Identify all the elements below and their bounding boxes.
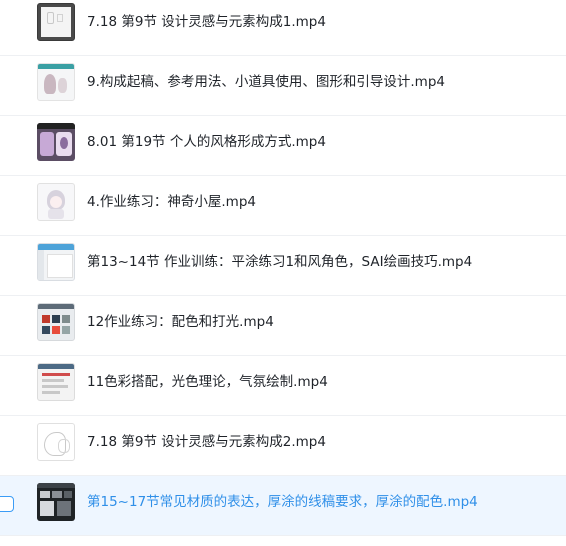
file-name: 8.01 第19节 个人的风格形成方式.mp4 — [87, 134, 326, 150]
file-list: 7.18 第9节 设计灵感与元素构成1.mp4 9.构成起稿、参考用法、小道具使… — [0, 0, 566, 546]
file-row-selected[interactable]: 第15~17节常见材质的表达，厚涂的线稿要求，厚涂的配色.mp4 — [0, 476, 566, 536]
file-row[interactable]: 7.18 第9节 设计灵感与元素构成2.mp4 — [0, 416, 566, 476]
file-name: 7.18 第9节 设计灵感与元素构成1.mp4 — [87, 14, 326, 30]
file-name: 第15~17节常见材质的表达，厚涂的线稿要求，厚涂的配色.mp4 — [87, 494, 478, 510]
video-thumbnail — [37, 423, 75, 461]
file-row[interactable]: 4.作业练习：神奇小屋.mp4 — [0, 176, 566, 236]
file-name: 12作业练习：配色和打光.mp4 — [87, 314, 274, 330]
video-thumbnail — [37, 483, 75, 521]
row-checkbox[interactable] — [0, 496, 14, 512]
file-row[interactable]: 7.18 第9节 设计灵感与元素构成1.mp4 — [0, 0, 566, 56]
file-name: 7.18 第9节 设计灵感与元素构成2.mp4 — [87, 434, 326, 450]
video-thumbnail — [37, 63, 75, 101]
video-thumbnail — [37, 243, 75, 281]
video-thumbnail — [37, 123, 75, 161]
file-row[interactable]: 8.01 第19节 个人的风格形成方式.mp4 — [0, 116, 566, 176]
file-row[interactable]: 12作业练习：配色和打光.mp4 — [0, 296, 566, 356]
file-name: 4.作业练习：神奇小屋.mp4 — [87, 194, 256, 210]
file-row[interactable]: 9.构成起稿、参考用法、小道具使用、图形和引导设计.mp4 — [0, 56, 566, 116]
file-name: 9.构成起稿、参考用法、小道具使用、图形和引导设计.mp4 — [87, 74, 445, 90]
file-name: 第13~14节 作业训练：平涂练习1和风角色，SAI绘画技巧.mp4 — [87, 254, 473, 270]
video-thumbnail — [37, 3, 75, 41]
file-name: 11色彩搭配，光色理论，气氛绘制.mp4 — [87, 374, 328, 390]
file-row[interactable]: 第13~14节 作业训练：平涂练习1和风角色，SAI绘画技巧.mp4 — [0, 236, 566, 296]
file-row[interactable]: 11色彩搭配，光色理论，气氛绘制.mp4 — [0, 356, 566, 416]
video-thumbnail — [37, 303, 75, 341]
video-thumbnail — [37, 183, 75, 221]
video-thumbnail — [37, 363, 75, 401]
